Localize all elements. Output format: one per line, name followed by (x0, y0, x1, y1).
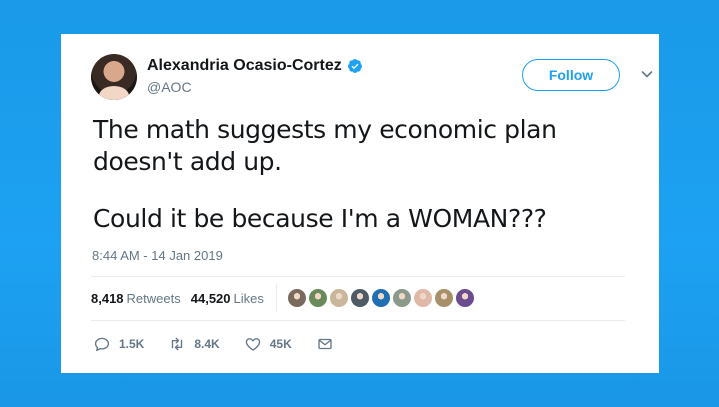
tweet-text: The math suggests my economic plan doesn… (93, 114, 638, 235)
liker-avatar[interactable] (453, 287, 476, 309)
like-count: 45K (269, 337, 292, 351)
retweets-stat[interactable]: 8,418 Retweets (91, 291, 181, 306)
author-avatar[interactable] (91, 54, 137, 100)
tweet-card: Alexandria Ocasio-Cortez @AOC Follow The… (61, 34, 659, 373)
verified-badge-icon (347, 59, 362, 73)
divider (91, 320, 625, 321)
stats-separator (275, 284, 277, 312)
liker-avatar[interactable] (285, 287, 308, 309)
author-handle[interactable]: @AOC (147, 79, 192, 95)
liker-avatar[interactable] (369, 287, 392, 309)
retweets-label: Retweets (126, 290, 181, 306)
heart-icon (245, 338, 260, 351)
author-name-row: Alexandria Ocasio-Cortez (147, 57, 363, 75)
tweet-text-line: The math suggests my economic plan doesn… (93, 115, 557, 176)
divider (91, 276, 625, 277)
likes-stat[interactable]: 44,520 Likes (191, 291, 264, 306)
liker-avatar[interactable] (432, 287, 455, 309)
liker-avatar[interactable] (306, 287, 329, 309)
tweet-actions: 1.5K 8.4K 45K (93, 333, 358, 355)
retweets-count: 8,418 (91, 290, 124, 306)
liker-avatars (285, 287, 476, 309)
tweet-timestamp[interactable]: 8:44 AM - 14 Jan 2019 (92, 248, 223, 263)
retweet-count: 8.4K (194, 337, 220, 351)
likes-count: 44,520 (190, 290, 231, 306)
envelope-icon (318, 338, 332, 350)
liker-avatar[interactable] (327, 287, 350, 309)
reply-action[interactable]: 1.5K (93, 335, 144, 353)
retweet-action[interactable]: 8.4K (168, 335, 220, 353)
tweet-stats: 8,418 Retweets 44,520 Likes (91, 284, 476, 312)
likes-label: Likes (233, 290, 264, 306)
liker-avatar[interactable] (348, 287, 371, 309)
retweet-icon (172, 337, 183, 351)
reply-icon (94, 337, 110, 352)
chevron-down-icon[interactable] (639, 66, 655, 82)
liker-avatar[interactable] (411, 287, 434, 309)
reply-count: 1.5K (119, 337, 145, 351)
follow-button[interactable]: Follow (522, 59, 620, 91)
tweet-header: Alexandria Ocasio-Cortez @AOC Follow (91, 54, 653, 102)
liker-avatar[interactable] (390, 287, 413, 309)
author-display-name[interactable]: Alexandria Ocasio-Cortez (147, 57, 342, 75)
like-action[interactable]: 45K (244, 335, 292, 353)
tweet-text-line: Could it be because I'm a WOMAN??? (93, 204, 547, 233)
direct-message-action[interactable] (316, 335, 334, 353)
